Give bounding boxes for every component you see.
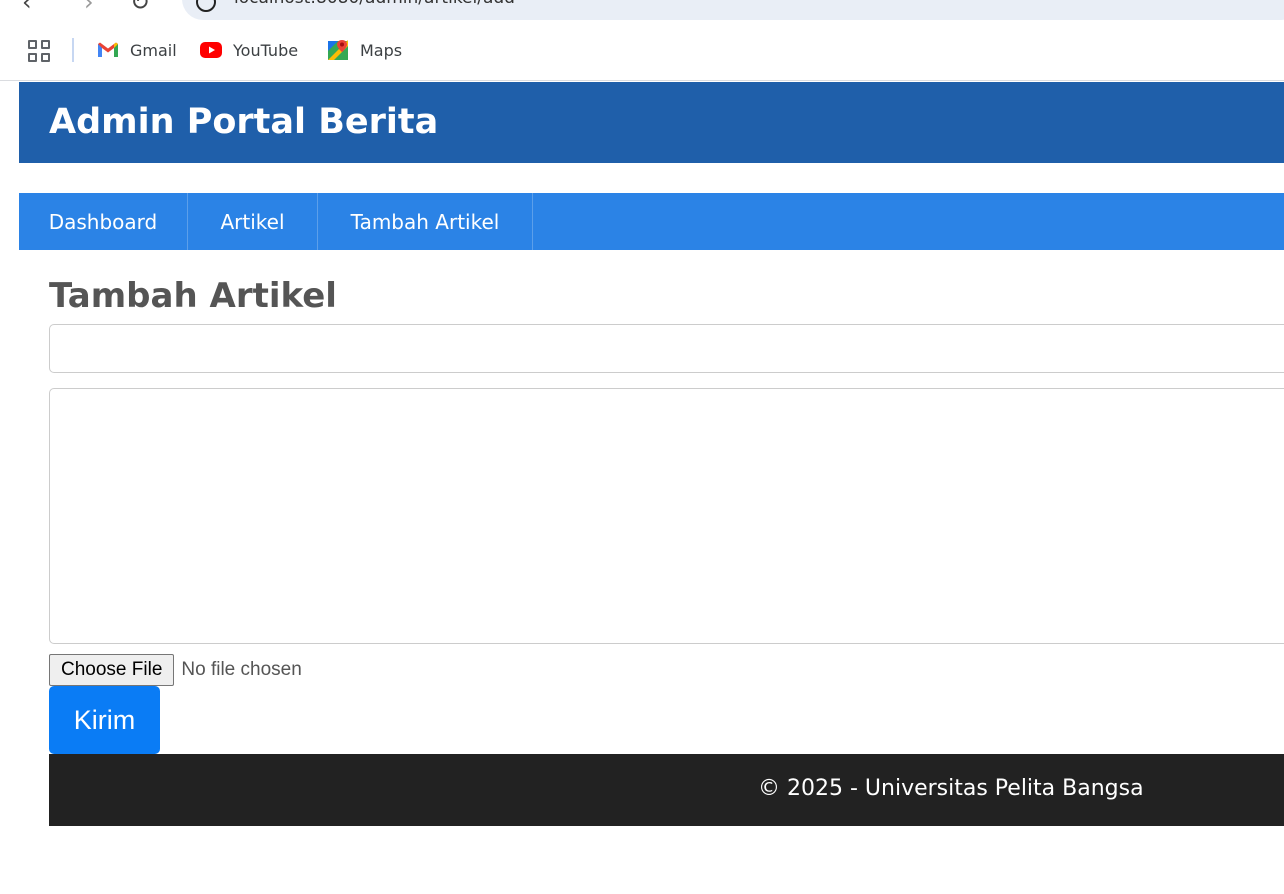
reload-icon[interactable]: ↻ [130, 0, 150, 16]
article-title-input[interactable] [49, 324, 1284, 373]
maps-icon [326, 38, 350, 62]
submit-button[interactable]: Kirim [49, 686, 160, 754]
bookmarks-separator [72, 38, 74, 62]
youtube-icon [199, 38, 223, 62]
file-status-text: No file chosen [181, 659, 302, 680]
back-icon[interactable]: ‹ [22, 0, 32, 16]
bookmark-gmail-label: Gmail [130, 40, 177, 60]
footer-copyright: © 2025 - Universitas Pelita Bangsa [758, 776, 1144, 801]
bookmarks-bar [0, 22, 1284, 80]
nav-artikel[interactable]: Artikel [188, 193, 318, 250]
bookmark-youtube[interactable]: YouTube [199, 36, 298, 64]
bookmark-youtube-label: YouTube [233, 40, 299, 60]
forward-icon[interactable]: › [84, 0, 94, 16]
address-text[interactable]: localhost:8080/admin/artikel/add [234, 0, 515, 8]
nav-dashboard[interactable]: Dashboard [19, 193, 188, 250]
browser-toolbar: ‹ › ↻ localhost:8080/admin/artikel/add [0, 0, 1284, 22]
file-upload: Choose File No file chosen [49, 654, 302, 686]
address-bar[interactable]: localhost:8080/admin/artikel/add [182, 0, 1284, 20]
site-title: Admin Portal Berita [49, 102, 439, 142]
site-info-icon[interactable] [196, 0, 216, 12]
main-nav: Dashboard Artikel Tambah Artikel [19, 193, 1284, 250]
bookmark-maps[interactable]: Maps [326, 36, 402, 64]
choose-file-button[interactable]: Choose File [49, 654, 175, 686]
bookmark-gmail[interactable]: Gmail [96, 36, 177, 64]
gmail-icon [96, 38, 120, 62]
bookmark-maps-label: Maps [360, 40, 403, 60]
bookmarks-bar-divider [0, 80, 1284, 81]
page-title: Tambah Artikel [49, 276, 337, 316]
site-header: Admin Portal Berita [19, 82, 1284, 163]
site-footer: © 2025 - Universitas Pelita Bangsa [49, 754, 1284, 826]
apps-grid-icon[interactable] [28, 40, 50, 62]
nav-tambah-artikel[interactable]: Tambah Artikel [318, 193, 533, 250]
article-content-textarea[interactable] [49, 388, 1284, 644]
